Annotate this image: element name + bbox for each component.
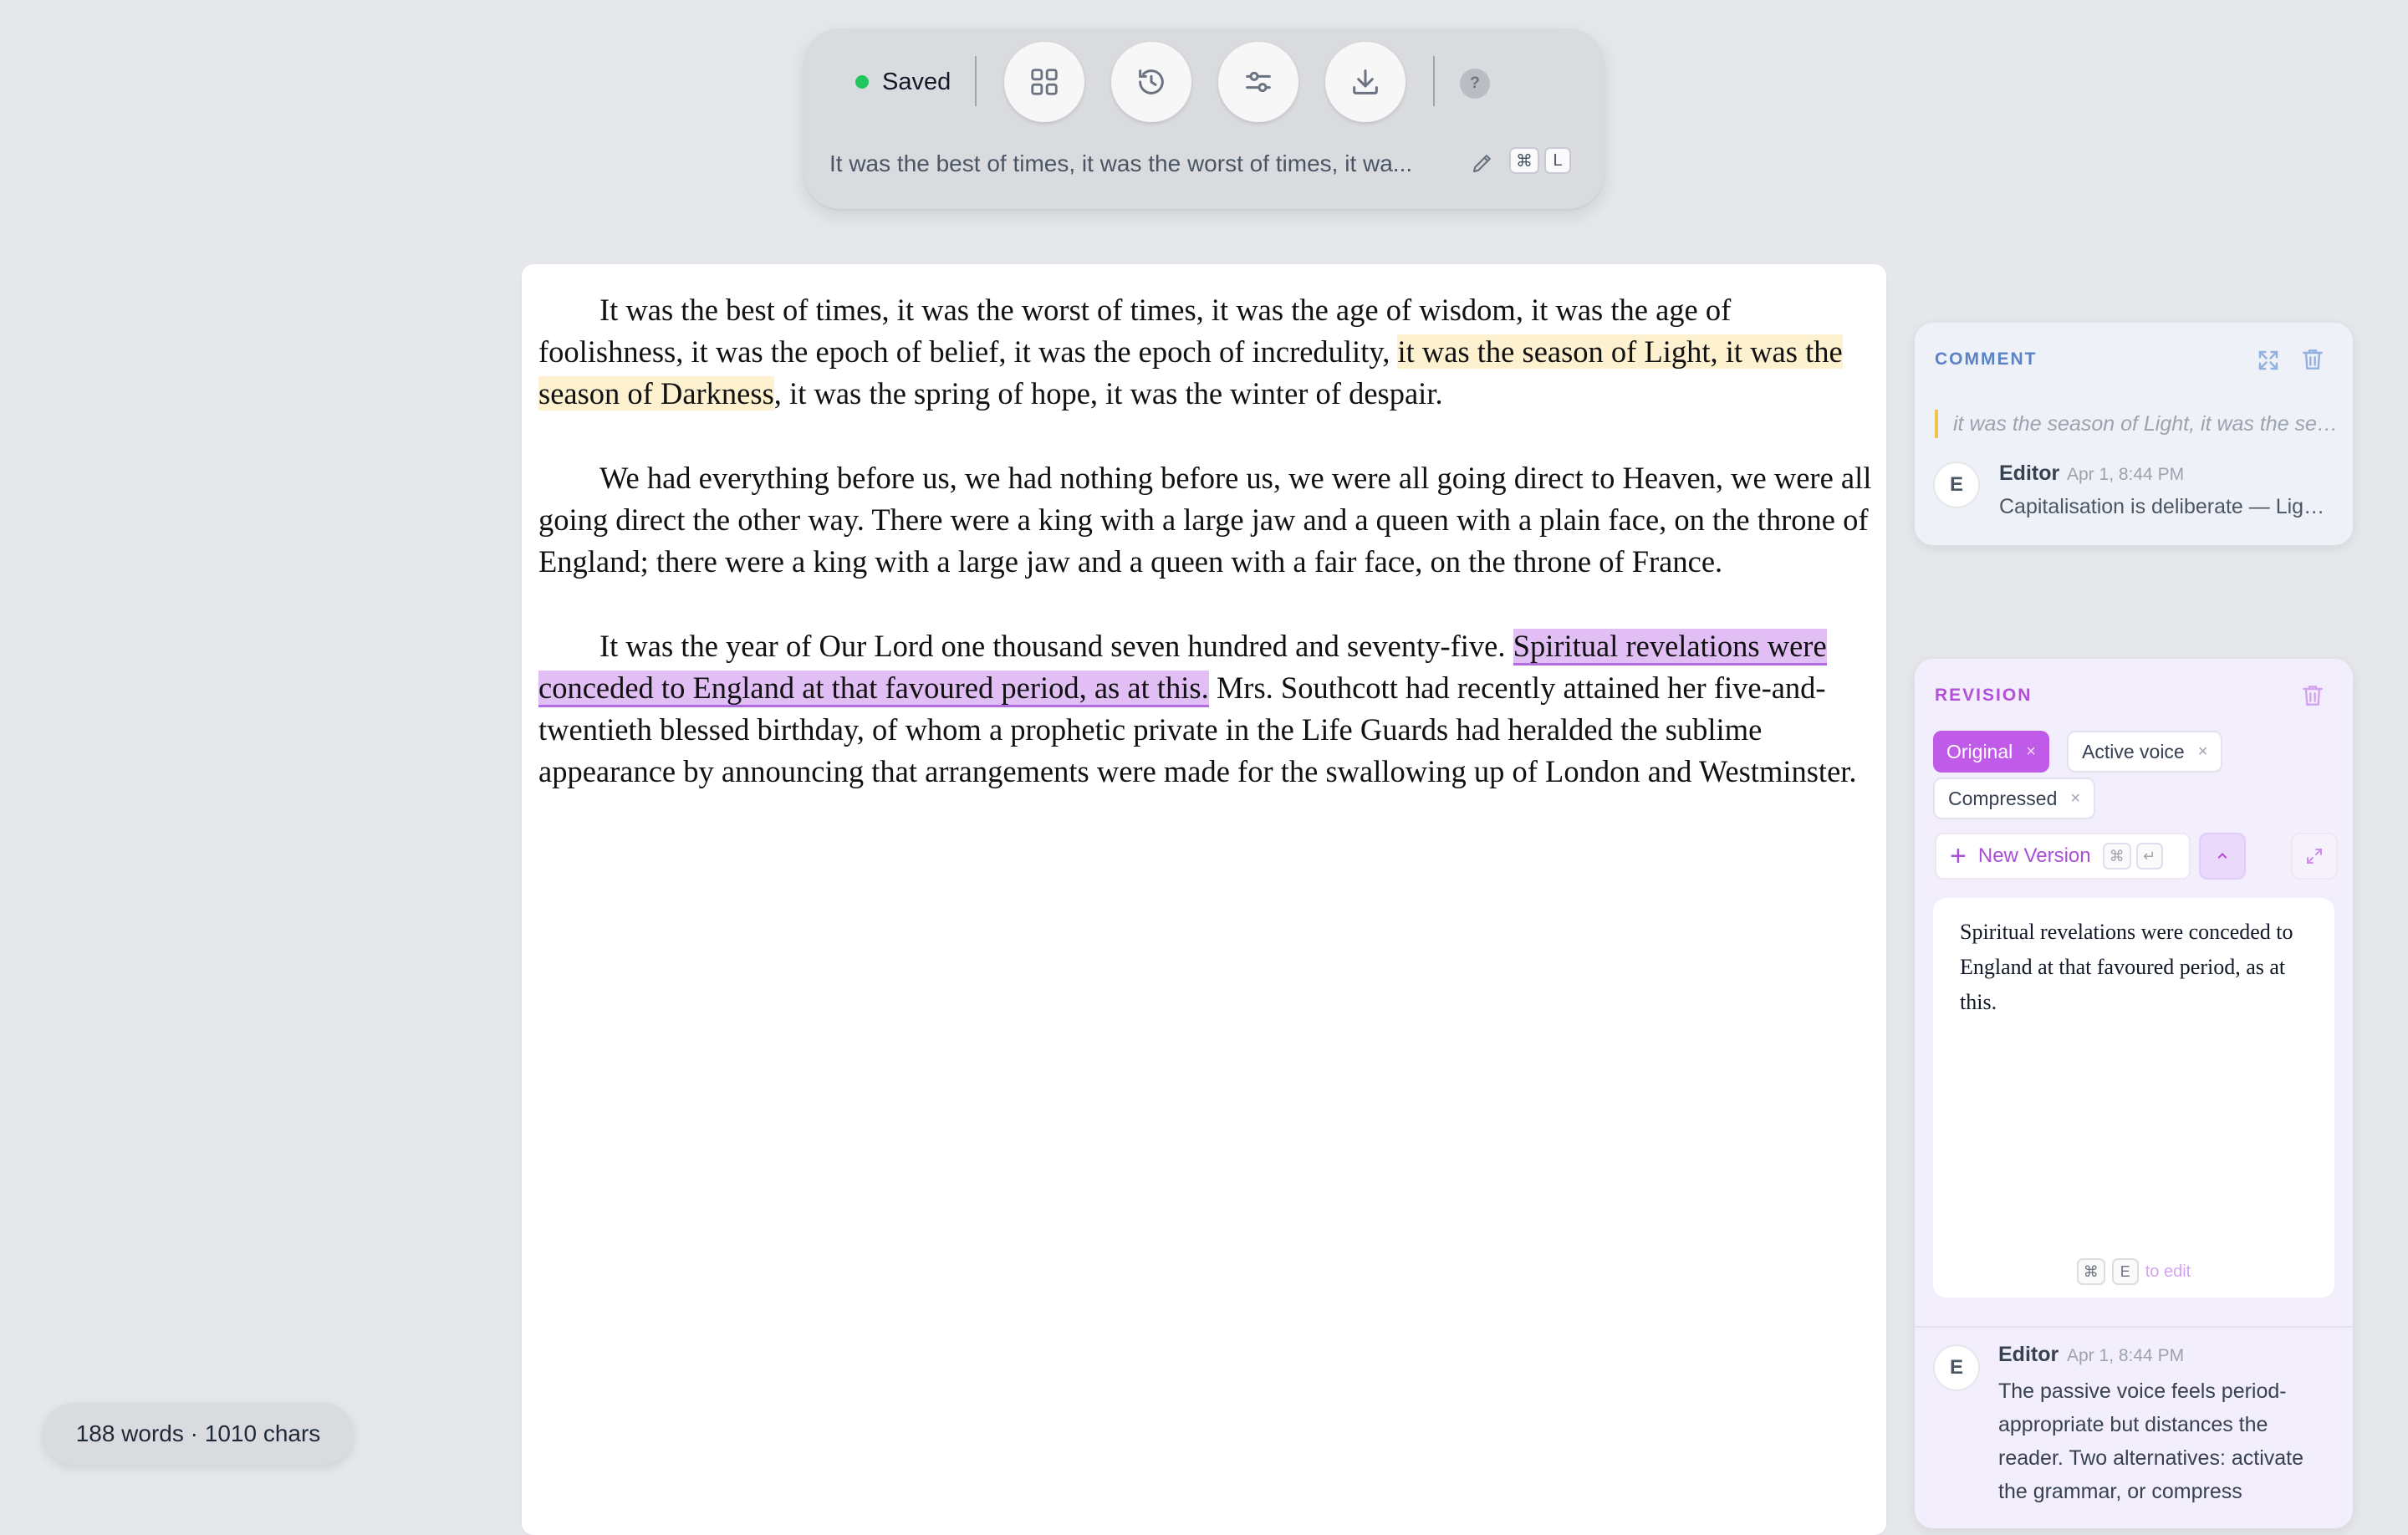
expand-arrows-icon: [2307, 849, 2322, 864]
sliders-icon: [1246, 71, 1271, 93]
revision-editor[interactable]: Spiritual revelations were conceded to E…: [1933, 898, 2334, 1298]
version-chip-compressed[interactable]: Compressed ×: [1933, 778, 2096, 819]
comment-heading: COMMENT: [1935, 349, 2038, 369]
edit-hint-label: to edit: [2145, 1262, 2191, 1281]
revision-comment-timestamp: Apr 1, 8:44 PM: [2067, 1346, 2185, 1365]
revision-card[interactable]: REVISION Original × Active voice × Compr…: [1915, 659, 2353, 1528]
shortcut-key-cmd: ⌘: [2076, 1258, 2105, 1285]
edit-hint: ⌘ E to edit: [1933, 1254, 2334, 1289]
shortcut-key-e: E: [2111, 1258, 2139, 1285]
shortcut-key-l: L: [1544, 147, 1571, 174]
floating-toolbar: Saved ? It was the best of times, it was…: [804, 28, 1604, 209]
download-button[interactable]: [1325, 42, 1406, 122]
avatar: E: [1933, 1344, 1980, 1391]
plus-icon: +: [1950, 840, 1967, 872]
revision-comment-text: The passive voice feels period-appropria…: [1998, 1379, 2304, 1503]
revision-comment-author: Editor: [1998, 1343, 2059, 1366]
pencil-icon[interactable]: [1470, 150, 1495, 176]
document-title[interactable]: It was the best of times, it was the wor…: [829, 149, 1465, 179]
version-chip-active-voice[interactable]: Active voice ×: [2067, 731, 2223, 773]
saved-status-dot: [855, 75, 869, 89]
fullscreen-button[interactable]: [2291, 833, 2338, 880]
new-version-button[interactable]: + New Version ⌘ ↵: [1935, 833, 2191, 880]
close-icon[interactable]: ×: [2026, 742, 2036, 762]
comment-text: Capitalisation is deliberate — Light and…: [1999, 495, 2334, 518]
history-button[interactable]: [1111, 42, 1191, 122]
trash-icon[interactable]: [2299, 346, 2326, 373]
shortcut-key-cmd: ⌘: [2102, 843, 2131, 869]
avatar: E: [1933, 462, 1980, 508]
comment-quote: it was the season of Light, it was the s…: [1935, 410, 2338, 438]
close-icon[interactable]: ×: [2070, 789, 2080, 808]
divider: [1915, 1326, 2353, 1328]
comment-author: Editor: [1999, 462, 2060, 485]
collapse-button[interactable]: [2199, 833, 2246, 880]
paragraph-1[interactable]: It was the best of times, it was the wor…: [538, 289, 1873, 415]
comment-card[interactable]: COMMENT it was the season of Light, it w…: [1915, 323, 2353, 545]
document-body[interactable]: It was the best of times, it was the wor…: [538, 289, 1873, 835]
grid-icon: [1031, 69, 1058, 95]
trash-icon[interactable]: [2299, 682, 2326, 709]
chevron-up-icon: [2217, 853, 2227, 859]
revision-heading: REVISION: [1935, 686, 2033, 705]
comment-timestamp: Apr 1, 8:44 PM: [2067, 465, 2185, 484]
version-chip-original[interactable]: Original ×: [1933, 731, 2049, 773]
paragraph-3[interactable]: It was the year of Our Lord one thousand…: [538, 625, 1873, 793]
download-icon: [1353, 69, 1378, 94]
shortcut-key-enter: ↵: [2135, 843, 2163, 869]
paragraph-2[interactable]: We had everything before us, we had noth…: [538, 457, 1873, 583]
revision-editor-text[interactable]: Spiritual revelations were conceded to E…: [1960, 915, 2308, 1020]
saved-status-label: Saved: [882, 69, 951, 95]
settings-button[interactable]: [1218, 42, 1298, 122]
word-count-badge: 188 words · 1010 chars: [43, 1403, 354, 1465]
expand-icon[interactable]: [2256, 348, 2281, 373]
toolbar-divider: [975, 56, 977, 106]
toolbar-divider: [1433, 56, 1435, 106]
history-icon: [1139, 69, 1164, 94]
shortcut-key-cmd: ⌘: [1509, 147, 1539, 174]
close-icon[interactable]: ×: [2198, 742, 2208, 762]
document-page[interactable]: It was the best of times, it was the wor…: [522, 264, 1886, 1535]
grid-view-button[interactable]: [1004, 42, 1084, 122]
help-button[interactable]: ?: [1460, 69, 1490, 99]
